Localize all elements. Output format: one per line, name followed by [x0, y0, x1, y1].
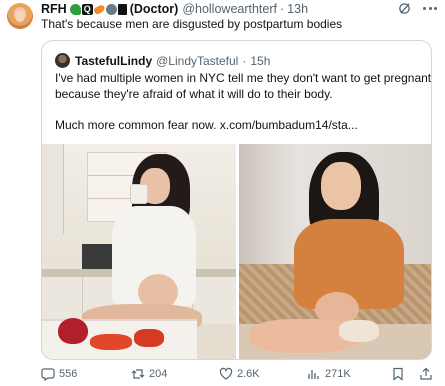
view-count: 271K: [325, 368, 351, 380]
quote-text-line: because they're afraid of what it will d…: [55, 86, 333, 101]
quote-author-name: TastefulLindy: [75, 53, 153, 68]
quote-handle: @LindyTasteful: [156, 53, 239, 68]
repost-icon: [131, 369, 145, 379]
author-name[interactable]: RFH: [41, 2, 67, 16]
bookmark-icon: [393, 367, 403, 381]
author-handle[interactable]: @hollowearthterf: [182, 2, 277, 16]
avatar[interactable]: [7, 3, 33, 29]
ball-emoji-icon: [105, 3, 117, 15]
quote-time: 15h: [250, 53, 271, 68]
tweet-header: RFH Q (Doctor) @hollowearthterf · 13h: [41, 1, 308, 17]
like-icon: [219, 367, 233, 380]
quote-text-line: I've had multiple women in NYC tell me t…: [55, 71, 432, 85]
photo-bedroom[interactable]: [239, 144, 431, 359]
action-bar: 556 204 2.6K 271K: [41, 367, 441, 383]
views-icon: [308, 370, 319, 379]
more-icon[interactable]: [423, 2, 437, 15]
black-square-emoji-icon: [117, 3, 127, 15]
snake-emoji-icon: [69, 3, 81, 15]
timestamp[interactable]: 13h: [287, 2, 308, 16]
author-suffix: (Doctor): [129, 2, 179, 16]
reply-button[interactable]: 556: [41, 367, 77, 381]
quote-header: TastefulLindy @LindyTasteful · 15h: [55, 53, 270, 68]
quote-separator: ·: [242, 53, 247, 68]
name-emojis: Q: [69, 3, 127, 15]
like-count: 2.6K: [237, 368, 260, 380]
grok-icon[interactable]: [398, 2, 411, 15]
carrot-emoji-icon: [92, 3, 106, 15]
reply-icon: [41, 368, 55, 381]
q-emoji-icon: Q: [81, 3, 93, 15]
quote-avatar: [55, 53, 70, 68]
quoted-tweet[interactable]: TastefulLindy @LindyTasteful · 15h I've …: [41, 40, 432, 360]
reply-count: 556: [59, 368, 78, 380]
share-icon: [420, 367, 432, 380]
quote-text: I've had multiple women in NYC tell me t…: [55, 71, 431, 133]
repost-count: 204: [149, 368, 168, 380]
views-button[interactable]: 271K: [307, 367, 351, 381]
separator: ·: [280, 2, 285, 16]
photo-kitchen[interactable]: [42, 144, 236, 359]
tweet[interactable]: RFH Q (Doctor) @hollowearthterf · 13h Th…: [0, 0, 445, 386]
like-button[interactable]: 2.6K: [219, 367, 260, 381]
share-button[interactable]: [419, 367, 433, 381]
repost-button[interactable]: 204: [131, 367, 167, 381]
tweet-text: That's because men are disgusted by post…: [41, 17, 343, 31]
quote-text-line: Much more common fear now. x.com/bumbadu…: [55, 117, 358, 132]
bookmark-button[interactable]: [391, 367, 405, 381]
